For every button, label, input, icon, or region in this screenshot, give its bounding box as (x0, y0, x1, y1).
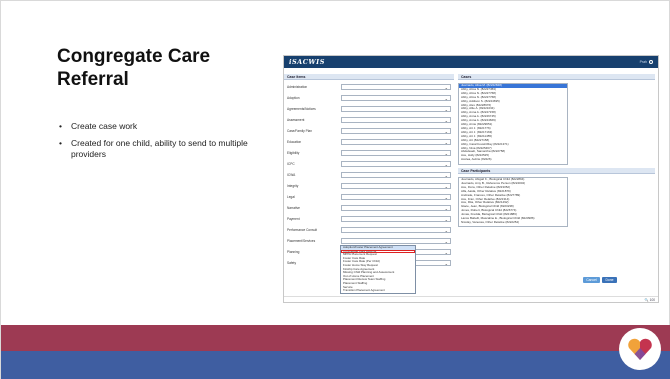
bullet-list: Create case work Created for one child, … (57, 121, 267, 166)
heart-icon (628, 338, 652, 360)
field-select[interactable]: ⌄ (341, 117, 451, 123)
cases-list[interactable]: Juarnado, Alisa M. (82222848) Abby, Alma … (458, 83, 568, 165)
user-name: Prah (639, 60, 647, 64)
chevron-down-icon: ⌄ (444, 107, 448, 112)
form-row: Administration ⌄ (287, 84, 453, 92)
form-row: Assessment ⌄ (287, 117, 453, 125)
chevron-down-icon: ⌄ (444, 239, 448, 244)
field-select[interactable]: ⌄ (341, 95, 451, 101)
field-label: Payment (287, 217, 300, 221)
field-select[interactable]: ⌄ (341, 106, 451, 112)
field-select[interactable]: ⌄ (341, 84, 451, 90)
app-screenshot: iSACWIS Prah Case Items Cases Administra… (283, 55, 659, 303)
chevron-down-icon: ⌄ (444, 162, 448, 167)
field-label: Legal (287, 195, 295, 199)
field-label: ICPC (287, 162, 295, 166)
field-select[interactable]: ⌄ (341, 238, 451, 244)
heart-logo (619, 328, 661, 370)
field-select[interactable]: ⌄ (341, 194, 451, 200)
chevron-down-icon: ⌄ (444, 85, 448, 90)
field-label: Planning (287, 250, 300, 254)
cases-header: Cases (458, 74, 655, 80)
field-label: ICWA (287, 173, 296, 177)
field-select[interactable]: ⌄ (341, 227, 451, 233)
field-select[interactable]: ⌄ (341, 128, 451, 134)
done-button[interactable]: Done (602, 277, 617, 283)
bullet-item: Created for one child, ability to send t… (57, 138, 267, 160)
chevron-down-icon: ⌄ (444, 195, 448, 200)
field-select[interactable]: ⌄ (341, 172, 451, 178)
field-label: Administration (287, 85, 308, 89)
chevron-down-icon: ⌄ (444, 140, 448, 145)
field-label: Integrity (287, 184, 299, 188)
form-row: Eligibility ⌄ (287, 150, 453, 158)
form-row: Education ⌄ (287, 139, 453, 147)
field-label: Eligibility (287, 151, 300, 155)
chevron-down-icon: ⌄ (444, 118, 448, 123)
case-list-item[interactable]: Acolea, Aubrie (82226) (459, 157, 567, 162)
field-select[interactable]: ⌄ (341, 216, 451, 222)
field-label: Agreements/Notices (287, 107, 316, 111)
field-label: Education (287, 140, 302, 144)
form-row: Narrative ⌄ (287, 205, 453, 213)
app-header-bar: iSACWIS Prah (284, 56, 658, 68)
field-select[interactable]: ⌄ (341, 150, 451, 156)
chevron-down-icon: ⌄ (444, 184, 448, 189)
user-menu[interactable]: Prah (640, 60, 653, 64)
footer-band-bottom (1, 351, 670, 379)
form-row: ICPC ⌄ (287, 161, 453, 169)
form-row: ICWA ⌄ (287, 172, 453, 180)
bullet-item: Create case work (57, 121, 267, 132)
chevron-down-icon: ⌄ (444, 250, 448, 255)
app-logo: iSACWIS (289, 58, 325, 66)
gear-icon[interactable] (649, 60, 653, 64)
chevron-down-icon: ⌄ (444, 96, 448, 101)
field-label: Case/Family Plan (287, 129, 312, 133)
form-row: Case/Family Plan ⌄ (287, 128, 453, 136)
chevron-down-icon: ⌄ (444, 206, 448, 211)
zoom-indicator: 🔍 100 (284, 296, 658, 302)
field-label: Safety (287, 261, 297, 265)
form-row: Performance Consult ⌄ (287, 227, 453, 235)
footer-band-top (1, 325, 670, 351)
cancel-button[interactable]: Cancel (583, 277, 600, 283)
chevron-down-icon: ⌄ (444, 228, 448, 233)
field-select[interactable]: ⌄ (341, 139, 451, 145)
chevron-down-icon: ⌄ (444, 261, 448, 266)
participants-header: Case Participants (458, 168, 655, 174)
participants-list[interactable]: Juarnado, Abigail K., Biological Child (… (458, 177, 568, 227)
field-label: Placement/Services (287, 239, 316, 243)
field-select[interactable]: ⌄ (341, 183, 451, 189)
form-row: Payment ⌄ (287, 216, 453, 224)
field-label: Performance Consult (287, 228, 317, 232)
dropdown-option[interactable]: Transition Placement Agreement (341, 289, 415, 293)
form-row: Legal ⌄ (287, 194, 453, 202)
chevron-down-icon: ⌄ (444, 151, 448, 156)
placement-services-dropdown[interactable]: Adoption/Foster Placement Agreement Congr… (340, 245, 416, 294)
form-row: Adoption ⌄ (287, 95, 453, 103)
slide-title: Congregate Care Referral (57, 46, 211, 90)
field-select[interactable]: ⌄ (341, 161, 451, 167)
field-label: Adoption (287, 96, 300, 100)
slide: Congregate Care Referral Create case wor… (0, 0, 670, 379)
form-row: Integrity ⌄ (287, 183, 453, 191)
participant-list-item[interactable]: Nicolay, Vanessa, Other Relative (822225… (459, 220, 567, 225)
field-label: Narrative (287, 206, 300, 210)
field-select[interactable]: ⌄ (341, 205, 451, 211)
chevron-down-icon: ⌄ (444, 217, 448, 222)
chevron-down-icon: ⌄ (444, 173, 448, 178)
case-items-header: Case Items (284, 74, 454, 80)
field-label: Assessment (287, 118, 305, 122)
chevron-down-icon: ⌄ (444, 129, 448, 134)
form-row: Agreements/Notices ⌄ (287, 106, 453, 114)
